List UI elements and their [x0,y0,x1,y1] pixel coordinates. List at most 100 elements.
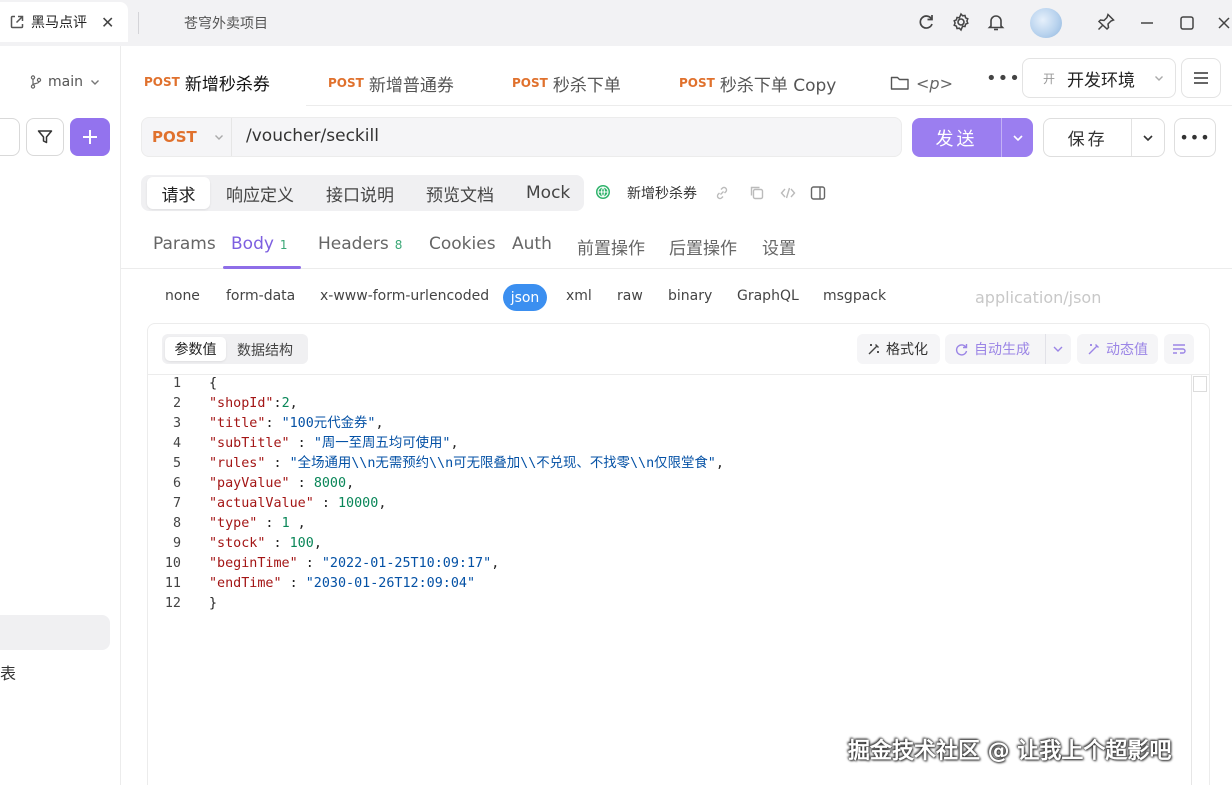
tab-auth[interactable]: Auth [512,234,552,254]
sidebar [0,46,121,785]
maximize-icon[interactable] [1178,14,1196,32]
body-type-binary[interactable]: binary [668,288,712,304]
close-window-icon[interactable] [1216,14,1232,32]
tab-body[interactable]: Body 1 [231,234,288,254]
json-key: "rules" [209,456,266,471]
code-icon[interactable] [780,185,796,201]
editor-scrollbar[interactable] [1191,375,1209,785]
auto-generate-divider [1045,334,1046,364]
body-type-form-data[interactable]: form-data [226,288,295,304]
body-type-urlencoded[interactable]: x-www-form-urlencoded [320,288,489,304]
sidebar-item-label[interactable]: 表 [0,660,16,684]
tab-pre-operations[interactable]: 前置操作 [577,234,645,259]
json-punctuation: , [715,456,724,471]
magic-wand-icon [866,342,881,357]
copy-icon[interactable] [749,185,765,201]
json-separator: : [297,556,322,571]
tab-preview-doc[interactable]: 预览文档 [426,177,494,209]
menu-button[interactable] [1181,58,1221,98]
sidebar-item-selected[interactable] [0,615,110,650]
url-divider [231,118,232,156]
body-type-json[interactable]: json [503,284,547,311]
send-options-chevron-icon[interactable] [1002,131,1033,145]
json-key: "endTime" [209,576,282,591]
window-tab-active[interactable]: 黑马点评 ✕ [0,2,128,42]
tab-request[interactable]: 请求 [147,177,210,209]
json-punctuation: , [375,416,384,431]
tab-data-schema[interactable]: 数据结构 [237,340,293,360]
request-tab-label: 秒杀下单 Copy [719,75,837,96]
save-button-label: 保存 [1067,130,1108,150]
body-type-xml[interactable]: xml [566,288,592,304]
tab-headers[interactable]: Headers 8 [318,234,402,254]
more-actions-button[interactable]: ••• [1174,118,1216,157]
pin-icon[interactable] [1096,12,1116,32]
request-tab[interactable]: POST 秒杀下单 [512,60,621,106]
save-button[interactable]: 保存 [1043,118,1165,157]
request-tab-active[interactable]: POST 新增秒杀券 [121,60,306,106]
tab-settings[interactable]: 设置 [762,234,796,259]
json-value: "100元代金券" [281,416,376,431]
line-number: 7 [172,496,181,511]
request-tab[interactable]: POST 秒杀下单 Copy [679,60,836,106]
send-button[interactable]: 发送 [912,118,1033,157]
more-tabs-icon[interactable]: ••• [986,68,1021,89]
refresh-icon [954,342,969,357]
body-type-msgpack[interactable]: msgpack [823,288,886,304]
auto-generate-button[interactable]: 自动生成 [945,334,1071,364]
code-line: 9 "stock" : 100, [148,534,1192,554]
close-tab-icon[interactable]: ✕ [101,13,114,32]
tab-response-definition[interactable]: 响应定义 [226,177,294,209]
panel-toggle-icon[interactable] [810,185,826,201]
add-button[interactable] [70,118,110,156]
json-key: "type" [209,516,258,531]
settings-gear-icon[interactable] [951,12,971,32]
format-button[interactable]: 格式化 [857,334,940,364]
code-line: 12} [148,594,1192,614]
tab-params[interactable]: Params [153,234,216,254]
scrollbar-thumb[interactable] [1193,376,1207,392]
dynamic-value-button[interactable]: 动态值 [1077,334,1158,364]
tab-api-description[interactable]: 接口说明 [326,177,394,209]
refresh-icon[interactable] [916,12,936,32]
body-type-graphql[interactable]: GraphQL [737,288,799,304]
json-value: 2 [281,396,290,411]
json-separator: : [273,396,282,411]
format-label: 格式化 [886,342,928,358]
body-type-raw[interactable]: raw [617,288,643,304]
save-options-chevron-icon[interactable] [1132,131,1164,145]
chevron-down-icon [213,131,225,143]
user-avatar[interactable] [1030,8,1062,38]
git-branch-icon [30,75,42,89]
json-key: "beginTime" [209,556,298,571]
method-label: POST [328,76,364,90]
tab-mock[interactable]: Mock [526,177,570,209]
method-select[interactable]: POST [152,128,225,146]
body-type-none[interactable]: none [165,288,200,304]
request-tab[interactable]: POST 新增普通券 [328,60,454,106]
tab-param-values[interactable]: 参数值 [165,337,226,361]
tab-cookies[interactable]: Cookies [429,234,496,254]
bell-icon[interactable] [986,12,1006,32]
code-text: "shopId":2, [209,394,298,414]
code-line: 8 "type" : 1 , [148,514,1192,534]
window-tab-inactive[interactable]: 苍穹外卖项目 [184,13,268,33]
tab-post-operations[interactable]: 后置操作 [669,234,737,259]
headers-count-badge: 8 [394,238,403,252]
body-count-badge: 1 [279,238,288,252]
line-number: 10 [164,556,181,571]
word-wrap-button[interactable] [1164,334,1194,364]
code-line: 5 "rules" : "全场通用\\n无需预约\\n可无限叠加\\不兑现、不找零… [148,454,1192,474]
filter-button[interactable] [26,118,64,156]
branch-selector[interactable]: main [30,74,101,90]
minimize-icon[interactable] [1138,14,1156,32]
chevron-down-icon[interactable] [1051,342,1065,356]
json-code-editor[interactable]: 1{2 "shopId":2, 3 "title": "100元代金券", 4 "subT… [148,374,1192,614]
url-input[interactable] [246,126,886,146]
request-tab-doc[interactable]: <p> [890,60,953,106]
sidebar-search-input[interactable] [0,118,20,156]
environment-select[interactable]: 开 开发环境 [1022,58,1176,98]
json-value: "全场通用\\n无需预约\\n可无限叠加\\不兑现、不找零\\n仅限堂食" [289,456,716,471]
link-icon[interactable] [714,185,730,201]
json-value: 8000 [313,476,347,491]
